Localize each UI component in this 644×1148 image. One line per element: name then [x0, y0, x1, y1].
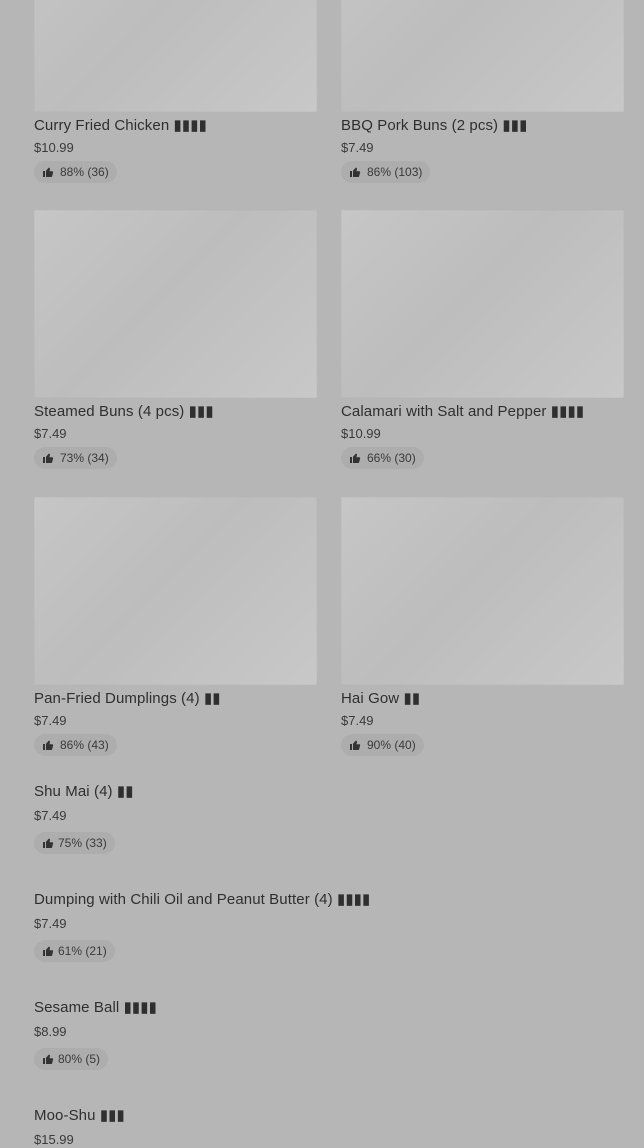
rating-text: 61% (21): [58, 944, 107, 958]
rating-text: 80% (5): [58, 1052, 101, 1066]
menu-item-price: $15.99: [34, 1132, 74, 1147]
menu-list-item[interactable]: Moo-Shu ▮▮▮ $15.99: [34, 1107, 125, 1148]
menu-item-card[interactable]: Calamari with Salt and Pepper ▮▮▮▮ $10.9…: [341, 210, 624, 469]
thumbs-up-icon: [43, 946, 54, 956]
rating-text: 86% (43): [60, 738, 109, 752]
rating-badge: 61% (21): [34, 940, 115, 962]
rating-text: 73% (34): [60, 451, 109, 465]
menu-item-image: [341, 497, 624, 685]
thumbs-up-icon: [43, 740, 54, 750]
menu-list-item[interactable]: Sesame Ball ▮▮▮▮ $8.99 80% (5): [34, 999, 157, 1070]
menu-item-name: Calamari with Salt and Pepper ▮▮▮▮: [341, 403, 585, 420]
rating-text: 90% (40): [367, 738, 416, 752]
menu-item-image: [34, 0, 317, 112]
menu-item-price: $7.49: [34, 808, 67, 823]
rating-text: 88% (36): [60, 165, 109, 179]
rating-text: 75% (33): [58, 836, 107, 850]
thumbs-up-icon: [350, 167, 361, 177]
menu-item-name: Sesame Ball ▮▮▮▮: [34, 999, 157, 1016]
menu-item-name: Moo-Shu ▮▮▮: [34, 1107, 125, 1124]
thumbs-up-icon: [43, 838, 54, 848]
rating-text: 66% (30): [367, 451, 416, 465]
menu-page: Curry Fried Chicken ▮▮▮▮ $10.99 88% (36)…: [0, 0, 644, 1147]
menu-item-image: [341, 210, 624, 398]
menu-item-card[interactable]: Curry Fried Chicken ▮▮▮▮ $10.99 88% (36): [34, 0, 317, 183]
rating-badge: 88% (36): [34, 161, 117, 183]
menu-item-name: Steamed Buns (4 pcs) ▮▮▮: [34, 403, 214, 420]
menu-item-price: $7.49: [34, 713, 67, 728]
menu-item-name: Hai Gow ▮▮: [341, 690, 421, 707]
menu-item-price: $7.49: [341, 140, 374, 155]
thumbs-up-icon: [350, 453, 361, 463]
rating-badge: 86% (103): [341, 161, 431, 183]
menu-item-name: Dumping with Chili Oil and Peanut Butter…: [34, 891, 371, 908]
menu-item-price: $7.49: [34, 916, 67, 931]
rating-badge: 75% (33): [34, 832, 115, 854]
menu-item-price: $10.99: [341, 426, 381, 441]
menu-item-image: [34, 497, 317, 685]
menu-item-name: Pan-Fried Dumplings (4) ▮▮: [34, 690, 221, 707]
menu-item-card[interactable]: Hai Gow ▮▮ $7.49 90% (40): [341, 497, 624, 756]
menu-item-name: Shu Mai (4) ▮▮: [34, 783, 134, 800]
rating-badge: 73% (34): [34, 447, 117, 469]
menu-item-price: $10.99: [34, 140, 74, 155]
menu-list-item[interactable]: Shu Mai (4) ▮▮ $7.49 75% (33): [34, 783, 134, 854]
menu-item-name: Curry Fried Chicken ▮▮▮▮: [34, 117, 207, 134]
menu-item-card[interactable]: Steamed Buns (4 pcs) ▮▮▮ $7.49 73% (34): [34, 210, 317, 469]
thumbs-up-icon: [350, 740, 361, 750]
menu-item-card[interactable]: Pan-Fried Dumplings (4) ▮▮ $7.49 86% (43…: [34, 497, 317, 756]
rating-text: 86% (103): [367, 165, 423, 179]
menu-list-item[interactable]: Dumping with Chili Oil and Peanut Butter…: [34, 891, 370, 962]
menu-item-image: [341, 0, 624, 112]
thumbs-up-icon: [43, 167, 54, 177]
rating-badge: 86% (43): [34, 734, 117, 756]
menu-item-card[interactable]: BBQ Pork Buns (2 pcs) ▮▮▮ $7.49 86% (103…: [341, 0, 624, 183]
menu-item-price: $8.99: [34, 1024, 67, 1039]
rating-badge: 90% (40): [341, 734, 424, 756]
menu-item-name: BBQ Pork Buns (2 pcs) ▮▮▮: [341, 117, 528, 134]
menu-item-price: $7.49: [341, 713, 374, 728]
menu-item-price: $7.49: [34, 426, 67, 441]
rating-badge: 66% (30): [341, 447, 424, 469]
menu-item-image: [34, 210, 317, 398]
rating-badge: 80% (5): [34, 1048, 109, 1070]
scrollbar[interactable]: [640, 0, 644, 1140]
thumbs-up-icon: [43, 453, 54, 463]
thumbs-up-icon: [43, 1054, 54, 1064]
